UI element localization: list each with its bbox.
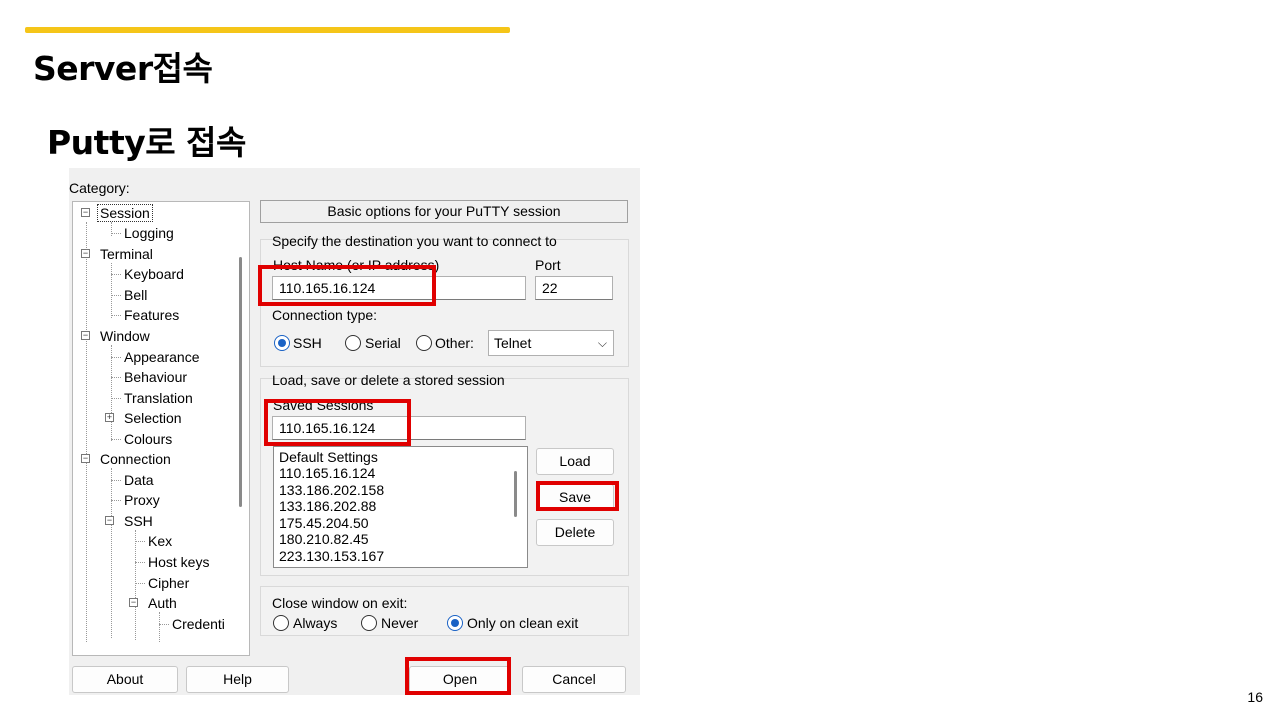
saved-sessions-label: Saved Sessions — [273, 397, 374, 413]
session-list-item[interactable]: 133.186.202.88 — [279, 498, 376, 514]
category-label: Category: — [69, 180, 130, 196]
serial-radio-label: Serial — [365, 335, 401, 351]
tree-item-translation[interactable]: Translation — [105, 389, 195, 407]
tree-item-kex[interactable]: Kex — [129, 532, 174, 550]
tree-item-window[interactable]: − Window — [81, 327, 152, 345]
tree-item-keyboard[interactable]: Keyboard — [105, 265, 186, 283]
help-button[interactable]: Help — [186, 666, 289, 693]
other-protocol-select[interactable]: Telnet ⌵ — [488, 330, 614, 356]
tree-item-host-keys[interactable]: Host keys — [129, 553, 211, 571]
chevron-down-icon: ⌵ — [597, 336, 607, 350]
tree-item-connection[interactable]: − Connection — [81, 450, 173, 468]
connection-type-label: Connection type: — [272, 307, 378, 323]
never-radio-label: Never — [381, 615, 419, 631]
open-button[interactable]: Open — [409, 666, 511, 693]
close-window-label: Close window on exit: — [272, 595, 408, 611]
ssh-radio-label: SSH — [293, 335, 322, 351]
session-list-item[interactable]: 175.45.204.50 — [279, 515, 369, 531]
tree-item-cipher[interactable]: Cipher — [129, 574, 191, 592]
tree-item-auth[interactable]: − Auth — [129, 594, 179, 612]
always-radio-label: Always — [293, 615, 338, 631]
tree-item-logging[interactable]: Logging — [105, 224, 176, 242]
port-input[interactable]: 22 — [535, 276, 613, 300]
tree-item-features[interactable]: Features — [105, 306, 181, 324]
tree-item-session[interactable]: − Session — [81, 204, 153, 222]
other-radio-label: Other: — [435, 335, 474, 351]
tree-item-bell[interactable]: Bell — [105, 286, 149, 304]
slide-title: Server접속 — [33, 49, 213, 88]
other-radio[interactable] — [416, 335, 432, 351]
ssh-radio[interactable] — [274, 335, 290, 351]
title-accent-bar — [25, 27, 510, 33]
host-name-label: Host Name (or IP address) — [273, 257, 440, 273]
session-list-item[interactable]: 180.210.82.45 — [279, 531, 369, 547]
only-on-clean-exit-radio[interactable] — [447, 615, 463, 631]
session-list-scrollbar[interactable] — [514, 471, 517, 517]
session-list-item[interactable]: 110.165.16.124 — [279, 465, 375, 481]
sessions-group-label: Load, save or delete a stored session — [272, 372, 505, 388]
page-number: 16 — [1247, 689, 1263, 705]
always-radio[interactable] — [273, 615, 289, 631]
tree-vertical-scrollbar[interactable] — [237, 237, 244, 507]
session-list-item[interactable]: Default Settings — [279, 449, 378, 465]
slide-subtitle: Putty로 접속 — [47, 123, 246, 162]
session-list-item[interactable]: 223.130.153.167 — [279, 548, 384, 564]
saved-session-input[interactable]: 110.165.16.124 — [272, 416, 526, 440]
port-label: Port — [535, 257, 561, 273]
tree-item-credentials[interactable]: Credenti — [153, 615, 227, 633]
destination-group-label: Specify the destination you want to conn… — [272, 233, 557, 249]
tree-item-behaviour[interactable]: Behaviour — [105, 368, 189, 386]
session-list-item[interactable]: 133.186.202.158 — [279, 482, 384, 498]
load-button[interactable]: Load — [536, 448, 614, 475]
tree-item-proxy[interactable]: Proxy — [105, 491, 162, 509]
only-on-clean-exit-label: Only on clean exit — [467, 615, 579, 631]
serial-radio[interactable] — [345, 335, 361, 351]
tree-item-colours[interactable]: Colours — [105, 430, 174, 448]
never-radio[interactable] — [361, 615, 377, 631]
saved-sessions-list[interactable]: Default Settings 110.165.16.124 133.186.… — [273, 446, 528, 568]
tree-item-terminal[interactable]: − Terminal — [81, 245, 155, 263]
other-protocol-value: Telnet — [494, 335, 532, 351]
host-name-input[interactable]: 110.165.16.124 — [272, 276, 526, 300]
putty-configuration-dialog: Category: − Session Logging − Terminal Key… — [69, 168, 640, 695]
cancel-button[interactable]: Cancel — [522, 666, 626, 693]
tree-item-ssh[interactable]: − SSH — [105, 512, 155, 530]
tree-item-selection[interactable]: + Selection — [105, 409, 184, 427]
category-tree[interactable]: − Session Logging − Terminal Keyboard Bell… — [72, 201, 250, 656]
about-button[interactable]: About — [72, 666, 178, 693]
panel-header: Basic options for your PuTTY session — [260, 200, 628, 223]
save-button[interactable]: Save — [536, 484, 614, 511]
tree-item-data[interactable]: Data — [105, 471, 156, 489]
tree-item-appearance[interactable]: Appearance — [105, 348, 202, 366]
delete-button[interactable]: Delete — [536, 519, 614, 546]
